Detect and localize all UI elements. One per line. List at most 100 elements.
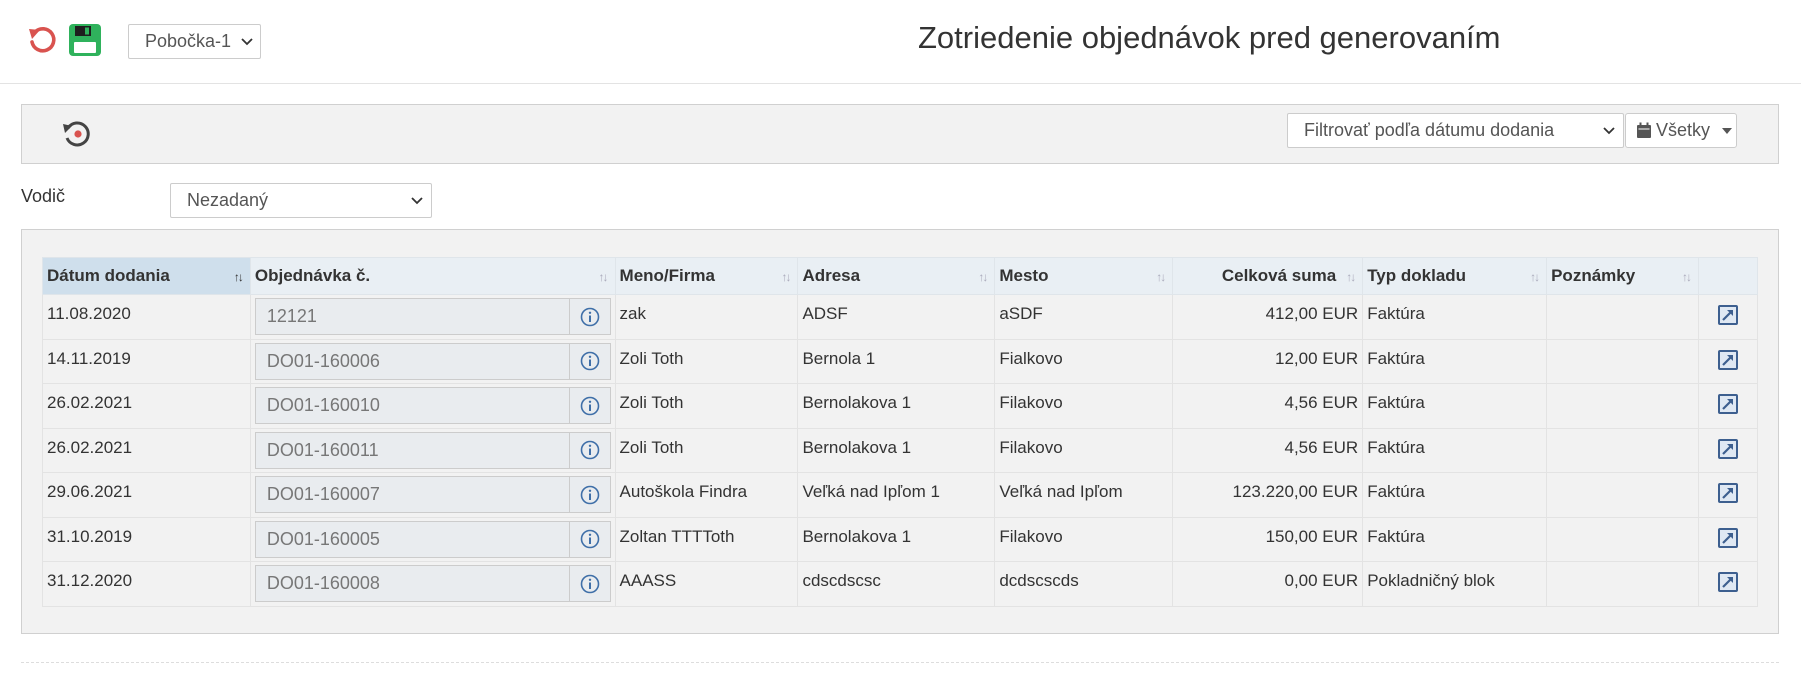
- order-info-button[interactable]: [569, 520, 611, 558]
- cell-total: 150,00 EUR: [1172, 516, 1364, 562]
- column-header-actions: [1697, 257, 1759, 295]
- undo-button[interactable]: [26, 24, 58, 56]
- save-icon: [69, 24, 101, 56]
- order-info-button[interactable]: [569, 565, 611, 602]
- column-header-city[interactable]: Mesto ↑↓: [994, 257, 1174, 295]
- table-row[interactable]: 31.12.2020 DO01-160008 AAASS cdscdscsc d…: [42, 561, 1759, 607]
- info-icon: [580, 440, 599, 460]
- open-external-icon[interactable]: [1717, 304, 1739, 326]
- cell-total: 0,00 EUR: [1172, 561, 1364, 607]
- cell-document-type: Faktúra: [1362, 516, 1548, 562]
- open-external-icon[interactable]: [1717, 571, 1739, 593]
- open-external-icon[interactable]: [1717, 393, 1739, 415]
- table-row[interactable]: 11.08.2020 12121 zak ADSF aSDF 412,00 EU…: [42, 294, 1759, 340]
- cell-notes: [1546, 472, 1699, 518]
- order-info-button[interactable]: [569, 387, 611, 424]
- history-reset-icon: [63, 121, 90, 147]
- open-external-icon[interactable]: [1717, 482, 1739, 504]
- info-icon: [580, 529, 599, 549]
- chevron-down-icon: [234, 37, 260, 46]
- cell-delivery-date: 29.06.2021: [42, 472, 251, 518]
- cell-address: Bernolakova 1: [797, 383, 996, 429]
- order-number-field: DO01-160007: [254, 476, 570, 513]
- cell-actions: [1697, 561, 1759, 607]
- cell-name: Zoltan TTTToth: [614, 516, 799, 562]
- date-range-dropdown-button[interactable]: Všetky: [1625, 113, 1737, 148]
- order-number-field: DO01-160010: [254, 387, 570, 424]
- column-header-label: Celková suma: [1221, 266, 1337, 285]
- driver-select[interactable]: Nezadaný: [170, 183, 432, 218]
- branch-select[interactable]: Pobočka-1: [128, 24, 261, 59]
- top-toolbar: Pobočka-1 Zotriedenie objednávok pred ge…: [0, 0, 1801, 84]
- cell-name: Autoškola Findra: [614, 472, 799, 518]
- sort-icon: ↑↓: [1530, 270, 1540, 284]
- order-number-field: DO01-160011: [254, 431, 570, 469]
- order-info-button[interactable]: [569, 476, 611, 513]
- cell-city: dcdscscds: [994, 561, 1174, 607]
- column-header-name[interactable]: Meno/Firma ↑↓: [614, 257, 799, 295]
- filter-bar: Filtrovať podľa dátumu dodania Všetky: [21, 104, 1779, 164]
- cell-notes: [1546, 561, 1699, 607]
- cell-notes: [1546, 294, 1699, 340]
- open-external-icon[interactable]: [1717, 527, 1739, 549]
- caret-down-icon: [1722, 127, 1733, 134]
- info-icon: [580, 485, 599, 504]
- order-info-button[interactable]: [569, 298, 611, 335]
- reset-filter-button[interactable]: [60, 117, 94, 151]
- order-info-button[interactable]: [569, 431, 611, 469]
- branch-select-value: Pobočka-1: [145, 31, 232, 51]
- info-icon: [580, 307, 599, 326]
- cell-actions: [1697, 294, 1759, 340]
- chevron-down-icon: [403, 196, 431, 205]
- cell-delivery-date: 31.12.2020: [42, 561, 251, 607]
- cell-order-number: 12121: [249, 294, 616, 340]
- undo-icon: [29, 27, 56, 53]
- table-row[interactable]: 29.06.2021 DO01-160007 Autoškola Findra …: [42, 472, 1759, 518]
- cell-city: Veľká nad Ipľom: [994, 472, 1174, 518]
- delivery-date-filter-select[interactable]: Filtrovať podľa dátumu dodania: [1287, 113, 1624, 148]
- column-header-label: Adresa: [802, 266, 861, 285]
- cell-address: Veľká nad Ipľom 1: [797, 472, 996, 518]
- table-row[interactable]: 26.02.2021 DO01-160010 Zoli Toth Bernola…: [42, 383, 1759, 429]
- cell-actions: [1697, 516, 1759, 562]
- save-button[interactable]: [68, 23, 102, 57]
- date-range-label: Všetky: [1656, 120, 1711, 140]
- page-title: Zotriedenie objednávok pred generovaním: [918, 20, 1501, 55]
- table-row[interactable]: 14.11.2019 DO01-160006 Zoli Toth Bernola…: [42, 338, 1759, 384]
- sort-icon: ↑↓: [1346, 270, 1356, 284]
- column-header-document-type[interactable]: Typ dokladu ↑↓: [1362, 257, 1548, 295]
- open-external-icon[interactable]: [1717, 438, 1739, 460]
- cell-document-type: Pokladničný blok: [1362, 561, 1548, 607]
- table-row[interactable]: 26.02.2021 DO01-160011 Zoli Toth Bernola…: [42, 427, 1759, 473]
- open-external-icon[interactable]: [1717, 349, 1739, 371]
- column-header-order-number[interactable]: Objednávka č. ↑↓: [249, 257, 616, 295]
- section-divider: [21, 662, 1779, 663]
- cell-notes: [1546, 516, 1699, 562]
- cell-order-number: DO01-160005: [249, 516, 616, 562]
- orders-table: Dátum dodania ↑↓ Objednávka č. ↑↓ Meno/Fir…: [42, 257, 1759, 607]
- cell-actions: [1697, 383, 1759, 429]
- cell-total: 123.220,00 EUR: [1172, 472, 1364, 518]
- column-header-total[interactable]: Celková suma ↑↓: [1172, 257, 1364, 295]
- table-row[interactable]: 31.10.2019 DO01-160005 Zoltan TTTToth Be…: [42, 516, 1759, 562]
- cell-document-type: Faktúra: [1362, 472, 1548, 518]
- cell-actions: [1697, 472, 1759, 518]
- cell-order-number: DO01-160010: [249, 383, 616, 429]
- column-header-delivery-date[interactable]: Dátum dodania ↑↓: [42, 257, 251, 295]
- cell-name: Zoli Toth: [614, 338, 799, 384]
- cell-address: cdscdscsc: [797, 561, 996, 607]
- cell-notes: [1546, 427, 1699, 473]
- cell-order-number: DO01-160007: [249, 472, 616, 518]
- column-header-label: Typ dokladu: [1367, 266, 1467, 285]
- sort-icon: ↑↓: [978, 270, 988, 284]
- cell-document-type: Faktúra: [1362, 338, 1548, 384]
- table-header-row: Dátum dodania ↑↓ Objednávka č. ↑↓ Meno/Fir…: [42, 257, 1759, 295]
- cell-document-type: Faktúra: [1362, 427, 1548, 473]
- cell-name: zak: [614, 294, 799, 340]
- order-info-button[interactable]: [569, 342, 611, 380]
- column-header-notes[interactable]: Poznámky ↑↓: [1546, 257, 1699, 295]
- cell-city: Filakovo: [994, 427, 1174, 473]
- orders-panel: Dátum dodania ↑↓ Objednávka č. ↑↓ Meno/Fir…: [21, 229, 1779, 634]
- column-header-address[interactable]: Adresa ↑↓: [797, 257, 996, 295]
- driver-label: Vodič: [21, 186, 66, 206]
